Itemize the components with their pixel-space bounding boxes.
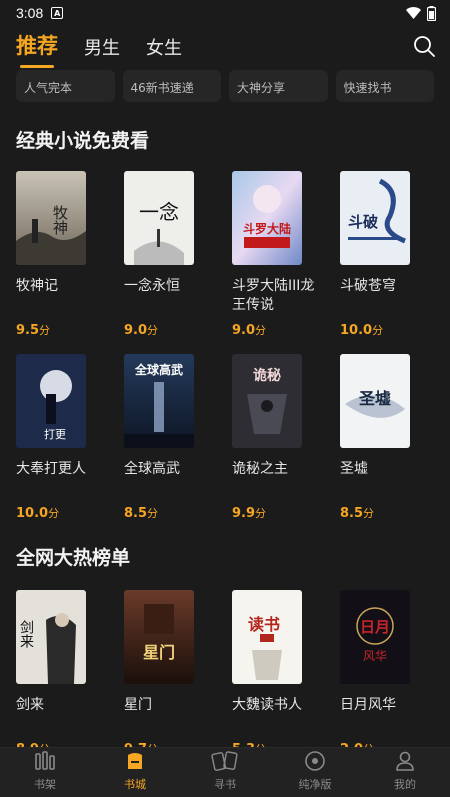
book-title: 星门	[124, 697, 152, 713]
svg-text:一念: 一念	[139, 200, 179, 224]
book-card[interactable]: 斗罗大陆 斗罗大陆III龙王传说 9.0分	[232, 171, 324, 338]
nav-label: 书架	[34, 778, 56, 791]
book-score: 9.5分	[16, 323, 51, 338]
nav-label: 寻书	[214, 778, 236, 791]
book-grid-classic-row2: 打更 大奉打更人 10.0分 全球高武 全球高武 8.5分 诡秘 诡秘之主 9.…	[0, 354, 450, 521]
status-time: 3:08	[16, 5, 44, 21]
book-score: 8.5分	[340, 506, 375, 521]
quick-link-popular-complete[interactable]: 人气完本	[16, 70, 115, 102]
battery-icon	[427, 5, 436, 21]
svg-text:圣墟: 圣墟	[358, 389, 391, 408]
svg-text:风华: 风华	[363, 649, 387, 663]
book-card[interactable]: 打更 大奉打更人 10.0分	[16, 354, 108, 521]
book-cover[interactable]: 打更	[16, 354, 86, 448]
book-card[interactable]: 一念 一念永恒 9.0分	[124, 171, 216, 338]
book-card[interactable]: 剑来 剑来 8.9分	[16, 590, 108, 757]
nav-label: 我的	[394, 778, 416, 791]
quick-link-master-share[interactable]: 大神分享	[229, 70, 328, 102]
nav-bookshelf[interactable]: 书架	[0, 748, 90, 797]
book-cover[interactable]: 一念	[124, 171, 194, 265]
svg-text:打更: 打更	[44, 427, 66, 441]
book-card[interactable]: 诡秘 诡秘之主 9.9分	[232, 354, 324, 521]
book-cover[interactable]: 牧神	[16, 171, 86, 265]
book-cover[interactable]: 读书	[232, 590, 302, 684]
book-card[interactable]: 斗破 斗破苍穹 10.0分	[340, 171, 432, 338]
book-title: 大魏读书人	[232, 697, 302, 713]
cards-icon	[211, 751, 238, 771]
svg-text:日月: 日月	[360, 618, 390, 636]
book-title: 诡秘之主	[232, 461, 288, 477]
section-title-hot: 全网大热榜单	[16, 547, 131, 569]
book-score: 10.0分	[340, 323, 384, 338]
status-icons	[406, 5, 436, 21]
book-grid-classic: 牧神 牧神记 9.5分 一念 一念永恒 9.0分 斗罗大陆 斗罗大陆III龙王传…	[0, 171, 450, 338]
book-cover[interactable]: 诡秘	[232, 354, 302, 448]
svg-text:星门: 星门	[143, 643, 175, 662]
book-title: 全球高武	[124, 461, 180, 477]
bookstore-icon	[128, 753, 142, 769]
book-title: 日月风华	[340, 697, 396, 713]
book-title: 牧神记	[16, 278, 58, 294]
svg-text:斗破: 斗破	[348, 213, 378, 231]
compass-icon	[305, 751, 325, 771]
svg-text:剑来: 剑来	[18, 620, 34, 648]
bookshelf-icon	[35, 751, 55, 770]
book-title: 圣墟	[340, 461, 368, 477]
svg-text:牧神: 牧神	[51, 205, 69, 235]
user-icon	[396, 751, 414, 771]
book-card[interactable]: 全球高武 全球高武 8.5分	[124, 354, 216, 521]
tab-male[interactable]: 男生	[84, 34, 120, 66]
book-card[interactable]: 星门 星门 9.7分	[124, 590, 216, 757]
search-icon[interactable]	[412, 34, 436, 58]
svg-text:读书: 读书	[248, 615, 280, 634]
book-grid-hot: 剑来 剑来 8.9分 星门 星门 9.7分 读书 大魏读书人 5.3分 日月风华…	[0, 590, 450, 757]
book-card[interactable]: 日月风华 日月风华 2.0分	[340, 590, 432, 757]
book-title: 大奉打更人	[16, 461, 86, 477]
tab-recommend[interactable]: 推荐	[16, 30, 58, 68]
tab-female[interactable]: 女生	[146, 34, 182, 66]
book-score: 9.9分	[232, 506, 267, 521]
quick-link-new-books[interactable]: 46新书速递	[122, 70, 221, 102]
book-score: 8.5分	[124, 506, 159, 521]
nav-label: 书城	[124, 778, 146, 791]
book-card[interactable]: 读书 大魏读书人 5.3分	[232, 590, 324, 757]
book-title: 一念永恒	[124, 278, 180, 294]
status-bar: 3:08 A	[0, 0, 450, 26]
nav-label: 纯净版	[298, 778, 332, 791]
book-score: 9.0分	[124, 323, 159, 338]
quick-link-find-books[interactable]: 快速找书	[335, 70, 434, 102]
nav-pure-version[interactable]: 纯净版	[270, 748, 360, 797]
bottom-nav: 书架 书城 寻书 纯净版 我的	[0, 747, 450, 797]
top-tab-bar: 推荐 男生 女生	[0, 26, 450, 68]
notification-icon: A	[51, 7, 64, 19]
book-title: 斗罗大陆III龙王传说	[232, 278, 315, 313]
nav-bookstore[interactable]: 书城	[90, 748, 180, 797]
svg-text:斗罗大陆: 斗罗大陆	[243, 221, 291, 236]
book-card[interactable]: 牧神 牧神记 9.5分	[16, 171, 108, 338]
book-cover[interactable]: 圣墟	[340, 354, 410, 448]
wifi-icon	[406, 7, 421, 19]
book-cover[interactable]: 日月 风华	[340, 590, 410, 684]
book-title: 剑来	[16, 697, 44, 713]
book-score: 9.0分	[232, 323, 267, 338]
book-cover[interactable]: 斗罗大陆	[232, 171, 302, 265]
book-cover[interactable]: 剑来	[16, 590, 86, 684]
book-cover[interactable]: 斗破	[340, 171, 410, 265]
book-cover[interactable]: 全球高武	[124, 354, 194, 448]
nav-mine[interactable]: 我的	[360, 748, 450, 797]
book-cover[interactable]: 星门	[124, 590, 194, 684]
nav-find-book[interactable]: 寻书	[180, 748, 270, 797]
quick-links: 人气完本 46新书速递 大神分享 快速找书	[0, 70, 450, 102]
book-card[interactable]: 圣墟 圣墟 8.5分	[340, 354, 432, 521]
svg-text:全球高武: 全球高武	[134, 362, 183, 377]
book-title: 斗破苍穹	[340, 278, 396, 294]
section-title-classic: 经典小说免费看	[16, 130, 150, 152]
book-score: 10.0分	[16, 506, 60, 521]
svg-text:诡秘: 诡秘	[253, 367, 281, 384]
